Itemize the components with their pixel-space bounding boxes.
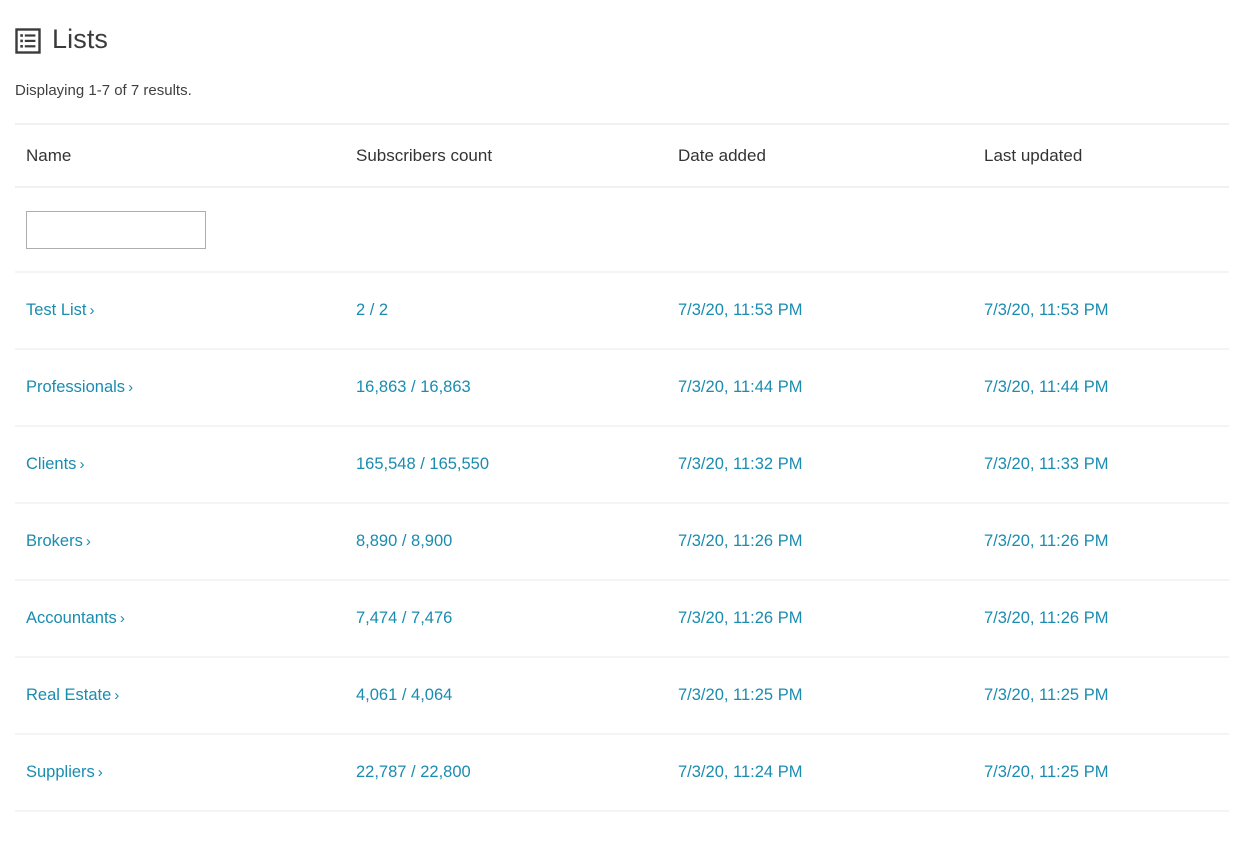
date-added-link[interactable]: 7/3/20, 11:26 PM xyxy=(678,532,802,550)
filter-cell-date-added xyxy=(667,187,973,273)
column-header-name[interactable]: Name xyxy=(15,123,345,188)
cell-subscribers: 2 / 2 xyxy=(345,272,667,350)
last-updated-link[interactable]: 7/3/20, 11:53 PM xyxy=(984,301,1108,319)
cell-name: Brokers › xyxy=(15,503,345,581)
chevron-right-icon: › xyxy=(114,687,120,704)
cell-last-updated: 7/3/20, 11:25 PM xyxy=(973,734,1229,812)
list-name-link[interactable]: Test List xyxy=(26,301,87,319)
date-added-link[interactable]: 7/3/20, 11:32 PM xyxy=(678,455,802,473)
subscribers-count-link[interactable]: 8,890 / 8,900 xyxy=(356,532,452,550)
column-header-last-updated[interactable]: Last updated xyxy=(973,123,1229,188)
filter-cell-subscribers xyxy=(345,187,667,273)
date-added-link[interactable]: 7/3/20, 11:26 PM xyxy=(678,609,802,627)
cell-name: Professionals › xyxy=(15,349,345,427)
cell-last-updated: 7/3/20, 11:26 PM xyxy=(973,580,1229,658)
page-title: Lists xyxy=(15,0,1229,54)
date-added-link[interactable]: 7/3/20, 11:44 PM xyxy=(678,378,802,396)
chevron-right-icon: › xyxy=(89,302,95,319)
filter-cell-last-updated xyxy=(973,187,1229,273)
cell-date-added: 7/3/20, 11:32 PM xyxy=(667,426,973,504)
chevron-right-icon: › xyxy=(128,379,134,396)
table-row[interactable]: Clients › 165,548 / 165,550 7/3/20, 11:32… xyxy=(15,426,1229,504)
subscribers-count-link[interactable]: 2 / 2 xyxy=(356,301,388,319)
table-header: Name Subscribers count Date added Last u… xyxy=(15,123,1229,188)
list-name-link[interactable]: Suppliers xyxy=(26,763,95,781)
subscribers-count-link[interactable]: 4,061 / 4,064 xyxy=(356,686,452,704)
cell-last-updated: 7/3/20, 11:26 PM xyxy=(973,503,1229,581)
cell-date-added: 7/3/20, 11:44 PM xyxy=(667,349,973,427)
subscribers-count-link[interactable]: 165,548 / 165,550 xyxy=(356,455,489,473)
list-name-link[interactable]: Brokers xyxy=(26,532,83,550)
date-added-link[interactable]: 7/3/20, 11:24 PM xyxy=(678,763,802,781)
table-row[interactable]: Brokers › 8,890 / 8,900 7/3/20, 11:26 PM … xyxy=(15,503,1229,581)
cell-subscribers: 7,474 / 7,476 xyxy=(345,580,667,658)
cell-name: Test List › xyxy=(15,272,345,350)
subscribers-count-link[interactable]: 22,787 / 22,800 xyxy=(356,763,471,781)
table-header-row: Name Subscribers count Date added Last u… xyxy=(15,123,1229,188)
cell-date-added: 7/3/20, 11:53 PM xyxy=(667,272,973,350)
list-name-link[interactable]: Professionals xyxy=(26,378,125,396)
column-header-subscribers-count[interactable]: Subscribers count xyxy=(345,123,667,188)
date-added-link[interactable]: 7/3/20, 11:53 PM xyxy=(678,301,802,319)
filter-row xyxy=(15,187,1229,273)
results-summary: Displaying 1-7 of 7 results. xyxy=(15,82,192,99)
table-row[interactable]: Real Estate › 4,061 / 4,064 7/3/20, 11:25… xyxy=(15,657,1229,735)
cell-name: Suppliers › xyxy=(15,734,345,812)
name-filter-input[interactable] xyxy=(26,210,206,249)
last-updated-link[interactable]: 7/3/20, 11:25 PM xyxy=(984,763,1108,781)
cell-name: Clients › xyxy=(15,426,345,504)
last-updated-link[interactable]: 7/3/20, 11:26 PM xyxy=(984,532,1108,550)
cell-date-added: 7/3/20, 11:25 PM xyxy=(667,657,973,735)
list-name-link[interactable]: Clients xyxy=(26,455,76,473)
cell-subscribers: 165,548 / 165,550 xyxy=(345,426,667,504)
last-updated-link[interactable]: 7/3/20, 11:44 PM xyxy=(984,378,1108,396)
cell-name: Accountants › xyxy=(15,580,345,658)
list-name-link[interactable]: Real Estate xyxy=(26,686,111,704)
cell-last-updated: 7/3/20, 11:25 PM xyxy=(973,657,1229,735)
chevron-right-icon: › xyxy=(119,610,125,627)
cell-last-updated: 7/3/20, 11:33 PM xyxy=(973,426,1229,504)
table-body: Test List › 2 / 2 7/3/20, 11:53 PM 7/3/20… xyxy=(15,272,1229,812)
lists-table: Name Subscribers count Date added Last u… xyxy=(15,123,1229,812)
cell-subscribers: 8,890 / 8,900 xyxy=(345,503,667,581)
chevron-right-icon: › xyxy=(97,764,103,781)
table-row[interactable]: Accountants › 7,474 / 7,476 7/3/20, 11:26… xyxy=(15,580,1229,658)
column-header-date-added[interactable]: Date added xyxy=(667,123,973,188)
last-updated-link[interactable]: 7/3/20, 11:26 PM xyxy=(984,609,1108,627)
last-updated-link[interactable]: 7/3/20, 11:33 PM xyxy=(984,455,1108,473)
page-title-text: Lists xyxy=(52,24,109,54)
cell-last-updated: 7/3/20, 11:44 PM xyxy=(973,349,1229,427)
table-row[interactable]: Professionals › 16,863 / 16,863 7/3/20, 1… xyxy=(15,349,1229,427)
subscribers-count-link[interactable]: 7,474 / 7,476 xyxy=(356,609,452,627)
list-table-icon xyxy=(15,27,41,54)
cell-subscribers: 16,863 / 16,863 xyxy=(345,349,667,427)
cell-subscribers: 4,061 / 4,064 xyxy=(345,657,667,735)
table-row[interactable]: Suppliers › 22,787 / 22,800 7/3/20, 11:24… xyxy=(15,734,1229,812)
table-row[interactable]: Test List › 2 / 2 7/3/20, 11:53 PM 7/3/20… xyxy=(15,272,1229,350)
cell-date-added: 7/3/20, 11:26 PM xyxy=(667,503,973,581)
table-filter-body xyxy=(15,187,1229,273)
filter-cell-name xyxy=(15,187,345,273)
cell-last-updated: 7/3/20, 11:53 PM xyxy=(973,272,1229,350)
lists-grid-wrapper: Name Subscribers count Date added Last u… xyxy=(15,100,1229,812)
cell-name: Real Estate › xyxy=(15,657,345,735)
chevron-right-icon: › xyxy=(79,456,85,473)
subscribers-count-link[interactable]: 16,863 / 16,863 xyxy=(356,378,471,396)
date-added-link[interactable]: 7/3/20, 11:25 PM xyxy=(678,686,802,704)
list-name-link[interactable]: Accountants xyxy=(26,609,117,627)
last-updated-link[interactable]: 7/3/20, 11:25 PM xyxy=(984,686,1108,704)
cell-date-added: 7/3/20, 11:26 PM xyxy=(667,580,973,658)
cell-subscribers: 22,787 / 22,800 xyxy=(345,734,667,812)
chevron-right-icon: › xyxy=(85,533,91,550)
cell-date-added: 7/3/20, 11:24 PM xyxy=(667,734,973,812)
lists-page: Lists Displaying 1-7 of 7 results. Name … xyxy=(0,0,1244,855)
